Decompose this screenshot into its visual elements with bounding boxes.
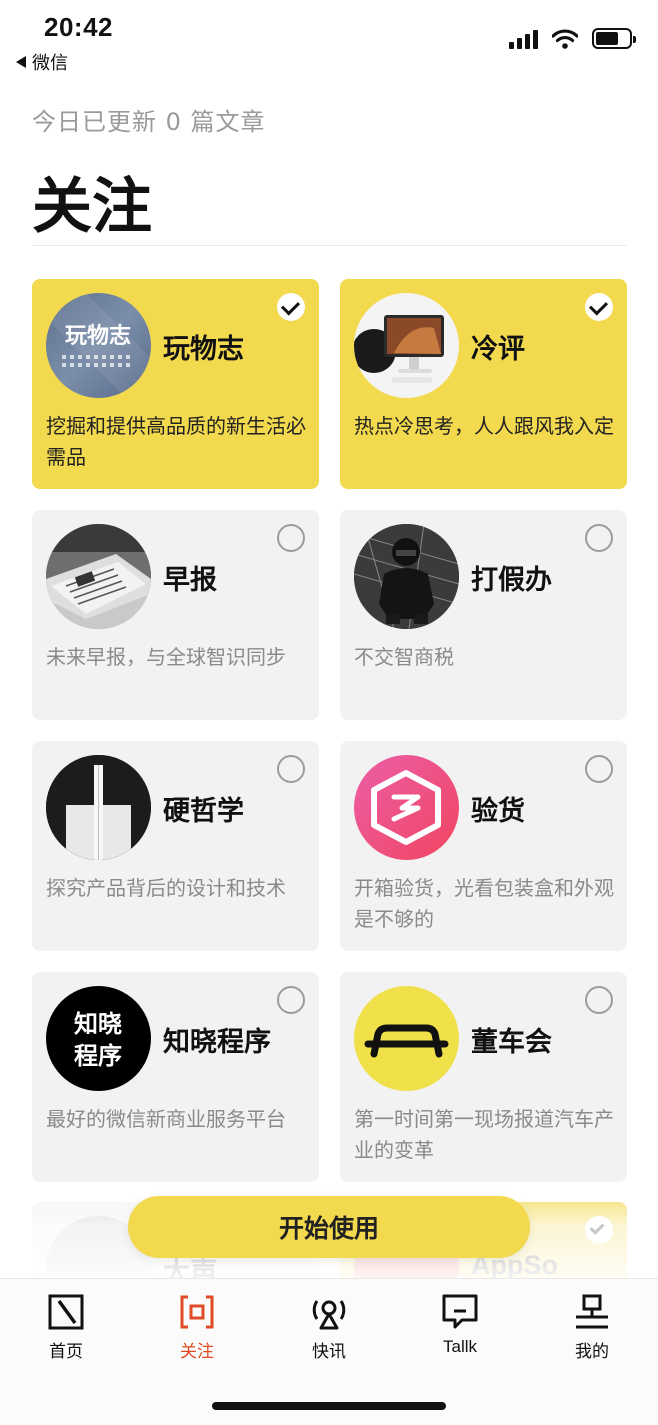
back-app-label: 微信 — [32, 53, 68, 74]
start-using-button[interactable]: 开始使用 — [128, 1196, 530, 1258]
unselected-circle-icon[interactable] — [585, 986, 613, 1014]
home-indicator[interactable] — [212, 1402, 446, 1410]
wanwuzhi-logo-icon: 玩物志 — [46, 293, 151, 398]
channel-name: 董车会 — [471, 1027, 552, 1058]
channel-name: 玩物志 — [163, 334, 244, 365]
selected-check-icon[interactable] — [277, 293, 305, 321]
wanwuzhi-logo-text: 玩物志 — [65, 323, 131, 349]
tab-label: 首页 — [49, 1342, 83, 1362]
selected-check-icon[interactable] — [585, 1216, 613, 1244]
computer-desk-photo-icon — [354, 293, 459, 398]
channel-name: 知晓程序 — [163, 1027, 271, 1058]
channel-card-yanhuo[interactable]: 验货 开箱验货，光看包装盒和外观是不够的 — [340, 741, 627, 951]
back-arrow-icon — [16, 56, 26, 68]
unselected-circle-icon[interactable] — [585, 524, 613, 552]
zhixiao-logo-icon: 知晓 程序 — [46, 986, 151, 1091]
channel-description: 探究产品背后的设计和技术 — [46, 876, 286, 900]
status-time: 20:42 — [44, 12, 113, 42]
car-outline-logo-icon — [354, 986, 459, 1091]
status-bar: 20:42 微信 — [0, 0, 658, 80]
back-to-wechat-button[interactable]: 微信 — [16, 49, 68, 75]
channel-card-wanwuzhi[interactable]: 玩物志 玩物志 挖掘和提供高品质的新生活必需品 — [32, 279, 319, 489]
tab-profile[interactable]: 我的 — [542, 1293, 642, 1362]
selected-check-icon[interactable] — [585, 293, 613, 321]
page-title: 关注 — [32, 172, 152, 242]
newspaper-photo-icon — [46, 524, 151, 629]
update-count-text: 今日已更新 0 篇文章 — [32, 108, 266, 136]
product-detail-photo-icon — [46, 755, 151, 860]
channel-description: 未来早报，与全球智识同步 — [46, 645, 286, 669]
channel-description: 不交智商税 — [354, 645, 454, 669]
tab-label: 快讯 — [312, 1342, 346, 1362]
channel-card-zhixiaochengxu[interactable]: 知晓 程序 知晓程序 最好的微信新商业服务平台 — [32, 972, 319, 1182]
follow-bracket-icon — [178, 1293, 216, 1331]
channel-description: 第一时间第一现场报道汽车产业的变革 — [354, 1107, 614, 1162]
channel-description: 热点冷思考，人人跟风我入定 — [354, 414, 614, 438]
home-slash-icon — [47, 1293, 85, 1331]
channel-card-yingzhexue[interactable]: 硬哲学 探究产品背后的设计和技术 — [32, 741, 319, 951]
profile-icon — [573, 1293, 611, 1331]
tab-label: Tallk — [442, 1337, 477, 1356]
channel-name: 硬哲学 — [163, 796, 244, 827]
channel-card-zaobao[interactable]: 早报 未来早报，与全球智识同步 — [32, 510, 319, 720]
cellular-signal-icon — [509, 29, 538, 49]
tab-news-flash[interactable]: 快讯 — [279, 1293, 379, 1362]
unselected-circle-icon[interactable] — [277, 755, 305, 783]
motorcycle-rider-photo-icon — [354, 524, 459, 629]
tab-home[interactable]: 首页 — [16, 1293, 116, 1362]
channel-name: 验货 — [471, 796, 525, 827]
radio-tower-icon — [310, 1293, 348, 1331]
channel-card-dajiaban[interactable]: 打假办 不交智商税 — [340, 510, 627, 720]
channel-name: 打假办 — [471, 565, 552, 596]
hexagon-box-logo-icon — [354, 755, 459, 860]
channel-description: 最好的微信新商业服务平台 — [46, 1107, 286, 1131]
tab-label: 关注 — [180, 1342, 214, 1362]
unselected-circle-icon[interactable] — [277, 986, 305, 1014]
channel-name: 冷评 — [471, 334, 525, 365]
channel-card-dongchehui[interactable]: 董车会 第一时间第一现场报道汽车产业的变革 — [340, 972, 627, 1182]
zhixiao-logo-text-2: 程序 — [74, 1042, 122, 1070]
channel-card-lengping[interactable]: 冷评 热点冷思考，人人跟风我入定 — [340, 279, 627, 489]
tab-follow[interactable]: 关注 — [147, 1293, 247, 1362]
battery-icon — [592, 28, 636, 49]
unselected-circle-icon[interactable] — [277, 524, 305, 552]
tab-label: 我的 — [575, 1342, 609, 1362]
status-icons — [509, 28, 636, 49]
channel-name: 早报 — [163, 565, 217, 596]
wifi-icon — [552, 28, 578, 49]
chat-bubble-icon — [441, 1293, 479, 1331]
unselected-circle-icon[interactable] — [585, 755, 613, 783]
zhixiao-logo-text-1: 知晓 — [74, 1010, 122, 1038]
header-divider — [32, 245, 627, 246]
channel-description: 挖掘和提供高品质的新生活必需品 — [46, 414, 306, 469]
tab-talk[interactable]: Tallk — [410, 1293, 510, 1357]
channel-description: 开箱验货，光看包装盒和外观是不够的 — [354, 876, 614, 931]
